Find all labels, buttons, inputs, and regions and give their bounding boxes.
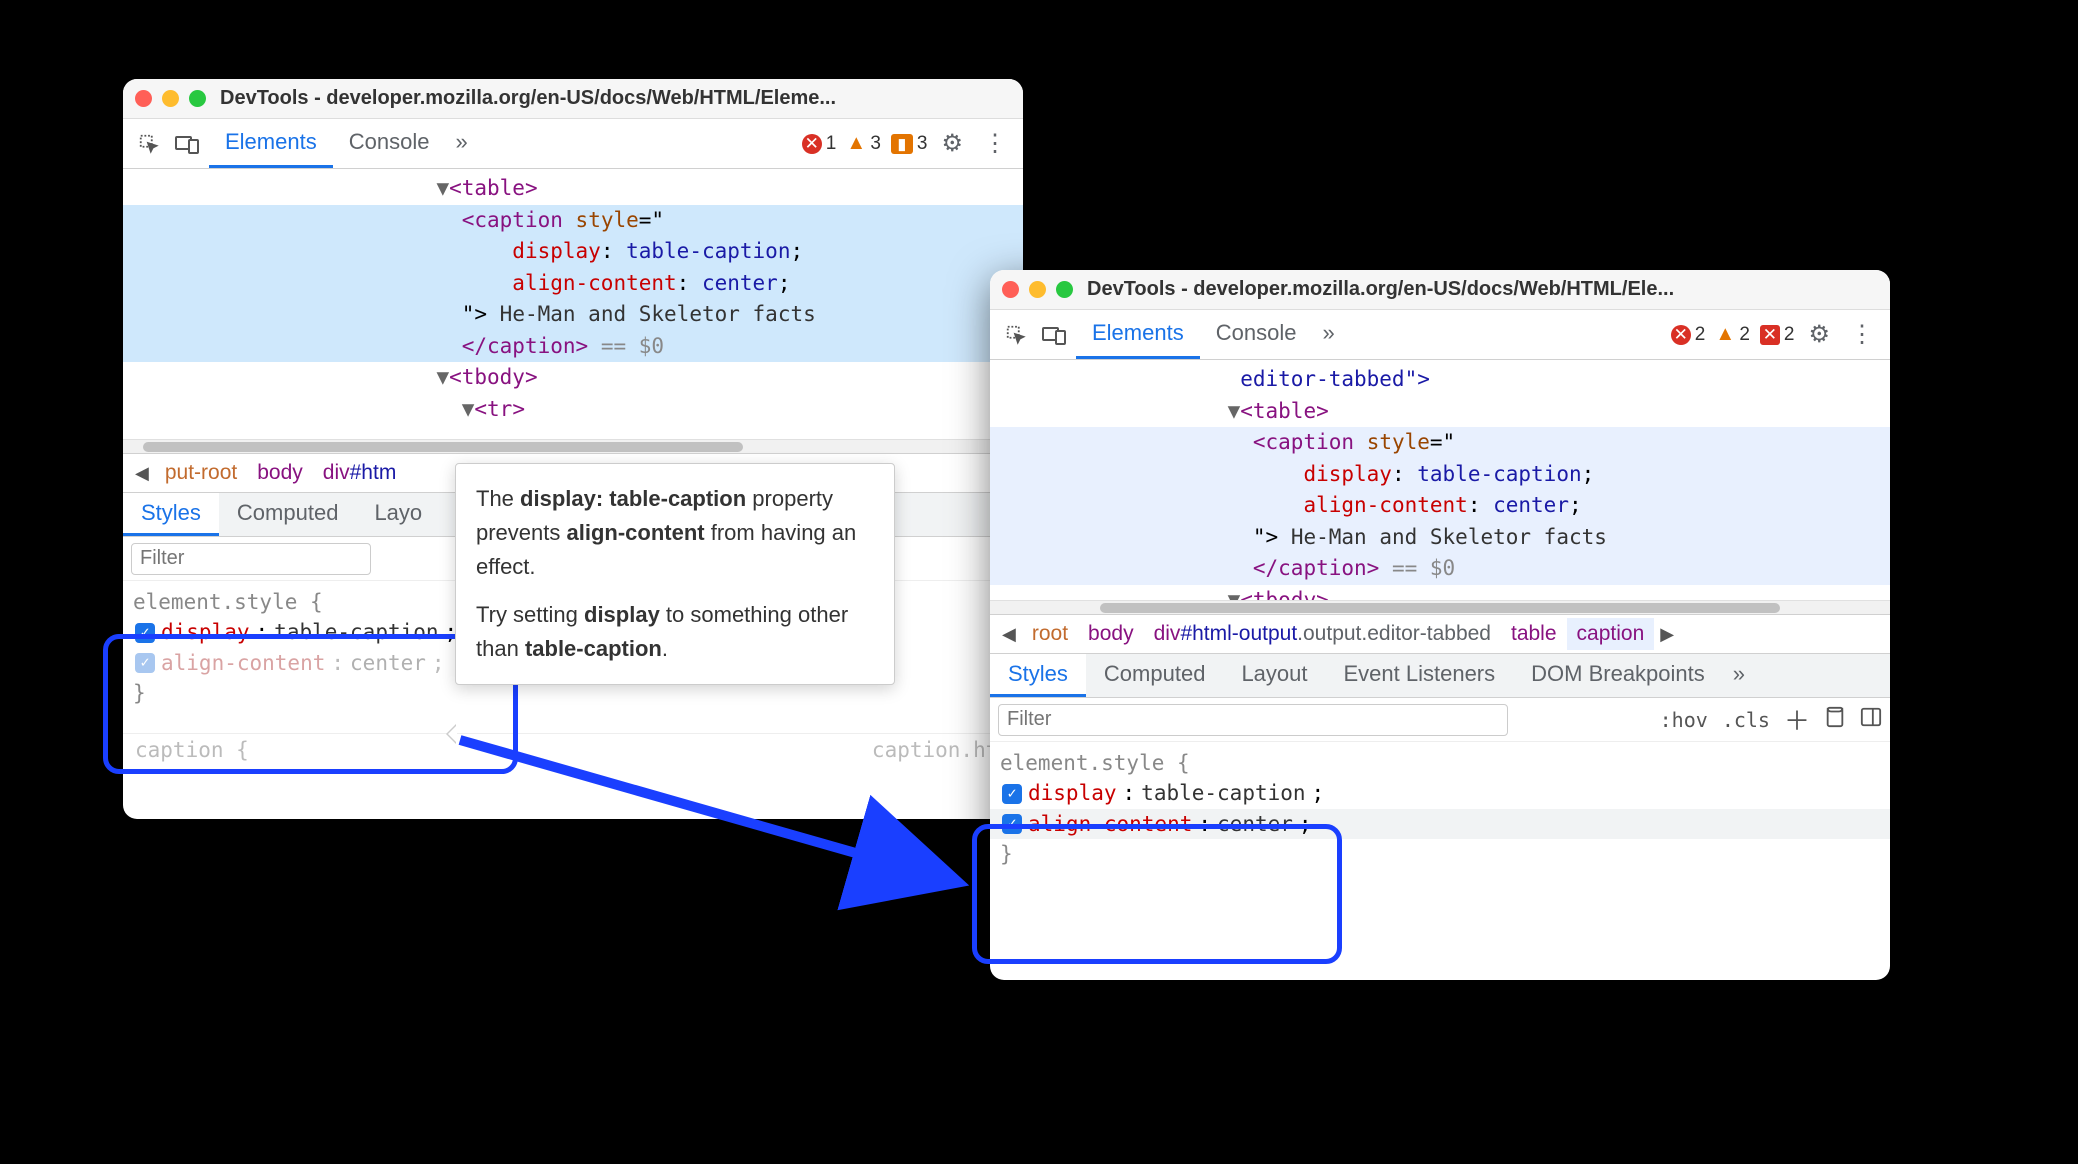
dom-tree[interactable]: editor-tabbed"> ▼<table> <caption style=… [990, 360, 1890, 600]
panel-tabs: Elements Console » [1076, 310, 1345, 359]
breadcrumb-root[interactable]: root [1022, 618, 1078, 650]
inspect-icon[interactable] [1000, 319, 1032, 351]
panel-tabs: Elements Console » [209, 119, 478, 168]
hov-toggle[interactable]: :hov [1660, 708, 1708, 732]
error-icon: ✕ [802, 134, 822, 154]
kebab-menu-icon[interactable]: ⋮ [977, 129, 1013, 158]
styles-subtabs: Styles Computed Layout Event Listeners D… [990, 654, 1890, 698]
inspect-icon[interactable] [133, 128, 165, 160]
close-icon[interactable] [1002, 281, 1019, 298]
selector-element-style: element.style [1000, 751, 1164, 775]
settings-icon[interactable]: ⚙ [1800, 320, 1838, 349]
styles-filter-input[interactable] [131, 543, 371, 575]
checkbox-icon[interactable]: ✓ [1002, 814, 1022, 834]
info-count: 3 [917, 133, 928, 155]
minimize-icon[interactable] [1029, 281, 1046, 298]
subtab-dom-breakpoints[interactable]: DOM Breakpoints [1513, 654, 1723, 697]
titlebar[interactable]: DevTools - developer.mozilla.org/en-US/d… [123, 79, 1023, 119]
breadcrumb-div[interactable]: div#html-output.output.editor-tabbed [1144, 618, 1501, 650]
warning-icon: ▲ [1715, 325, 1735, 345]
dom-scrollbar[interactable] [990, 600, 1890, 614]
close-icon[interactable] [135, 90, 152, 107]
css-prop-display[interactable]: ✓ display: table-caption; [1000, 778, 1880, 808]
main-toolbar: Elements Console » ✕1 ▲3 ▮3 ⚙ ⋮ [123, 119, 1023, 169]
checkbox-icon[interactable]: ✓ [135, 653, 155, 673]
breadcrumb-body[interactable]: body [1078, 618, 1144, 650]
maximize-icon[interactable] [189, 90, 206, 107]
error-count: 2 [1695, 324, 1706, 346]
info-icon: ▮ [891, 134, 913, 154]
computed-styles-icon[interactable] [1824, 706, 1846, 733]
minimize-icon[interactable] [162, 90, 179, 107]
subtab-layout[interactable]: Layo [356, 493, 440, 536]
styles-filter-row: :hov .cls ＋ [990, 698, 1890, 742]
sidebar-toggle-icon[interactable] [1860, 706, 1882, 733]
subtab-computed[interactable]: Computed [219, 493, 357, 536]
settings-icon[interactable]: ⚙ [933, 129, 971, 158]
kebab-menu-icon[interactable]: ⋮ [1844, 320, 1880, 349]
subtab-computed[interactable]: Computed [1086, 654, 1224, 697]
tab-more[interactable]: » [1312, 310, 1344, 359]
alerts-summary[interactable]: ✕2 ▲2 ✕2 [1671, 324, 1795, 346]
tab-elements[interactable]: Elements [209, 119, 333, 168]
titlebar[interactable]: DevTools - developer.mozilla.org/en-US/d… [990, 270, 1890, 310]
checkbox-icon[interactable]: ✓ [1002, 784, 1022, 804]
breadcrumb-div[interactable]: div#htm [313, 457, 407, 489]
warning-count: 2 [1739, 324, 1750, 346]
breadcrumb-table[interactable]: table [1501, 618, 1567, 650]
selector-element-style: element.style [133, 590, 297, 614]
cls-toggle[interactable]: .cls [1722, 708, 1770, 732]
main-toolbar: Elements Console » ✕2 ▲2 ✕2 ⚙ ⋮ [990, 310, 1890, 360]
dom-tree[interactable]: ▼<table> <caption style=" display: table… [123, 169, 1023, 439]
issues-count: 2 [1784, 324, 1795, 346]
devtools-window-left: DevTools - developer.mozilla.org/en-US/d… [123, 79, 1023, 819]
breadcrumb-root[interactable]: put-root [155, 457, 247, 489]
error-count: 1 [826, 133, 837, 155]
warning-icon: ▲ [846, 134, 866, 154]
new-style-icon[interactable]: ＋ [1784, 701, 1810, 738]
css-prop-align-content[interactable]: ✓ align-content: center; [990, 809, 1890, 839]
breadcrumb-next-icon[interactable]: ▶ [1654, 624, 1680, 645]
alerts-summary[interactable]: ✕1 ▲3 ▮3 [802, 133, 928, 155]
device-toggle-icon[interactable] [1038, 319, 1070, 351]
dom-breadcrumb: ◀ root body div#html-output.output.edito… [990, 614, 1890, 654]
subtab-layout[interactable]: Layout [1223, 654, 1325, 697]
css-hint-tooltip: The display: table-caption property prev… [455, 463, 895, 685]
subtab-more[interactable]: » [1723, 654, 1755, 697]
warning-count: 3 [870, 133, 881, 155]
breadcrumb-prev-icon[interactable]: ◀ [129, 463, 155, 484]
error-icon: ✕ [1671, 325, 1691, 345]
issues-icon: ✕ [1760, 325, 1780, 345]
subtab-event-listeners[interactable]: Event Listeners [1326, 654, 1514, 697]
subtab-styles[interactable]: Styles [123, 493, 219, 536]
styles-filter-input[interactable] [998, 704, 1508, 736]
maximize-icon[interactable] [1056, 281, 1073, 298]
window-title: DevTools - developer.mozilla.org/en-US/d… [220, 87, 836, 110]
tab-more[interactable]: » [445, 119, 477, 168]
breadcrumb-body[interactable]: body [247, 457, 313, 489]
styles-next-rule: caption {caption.htm [123, 733, 1023, 766]
traffic-lights [135, 90, 206, 107]
tab-console[interactable]: Console [333, 119, 446, 168]
device-toggle-icon[interactable] [171, 128, 203, 160]
dom-scrollbar[interactable] [123, 439, 1023, 453]
window-title: DevTools - developer.mozilla.org/en-US/d… [1087, 278, 1674, 301]
traffic-lights [1002, 281, 1073, 298]
subtab-styles[interactable]: Styles [990, 654, 1086, 697]
tab-elements[interactable]: Elements [1076, 310, 1200, 359]
tab-console[interactable]: Console [1200, 310, 1313, 359]
breadcrumb-caption[interactable]: caption [1567, 618, 1655, 650]
styles-pane[interactable]: element.style { ✓ display: table-caption… [990, 742, 1890, 876]
breadcrumb-prev-icon[interactable]: ◀ [996, 624, 1022, 645]
devtools-window-right: DevTools - developer.mozilla.org/en-US/d… [990, 270, 1890, 980]
checkbox-icon[interactable]: ✓ [135, 623, 155, 643]
